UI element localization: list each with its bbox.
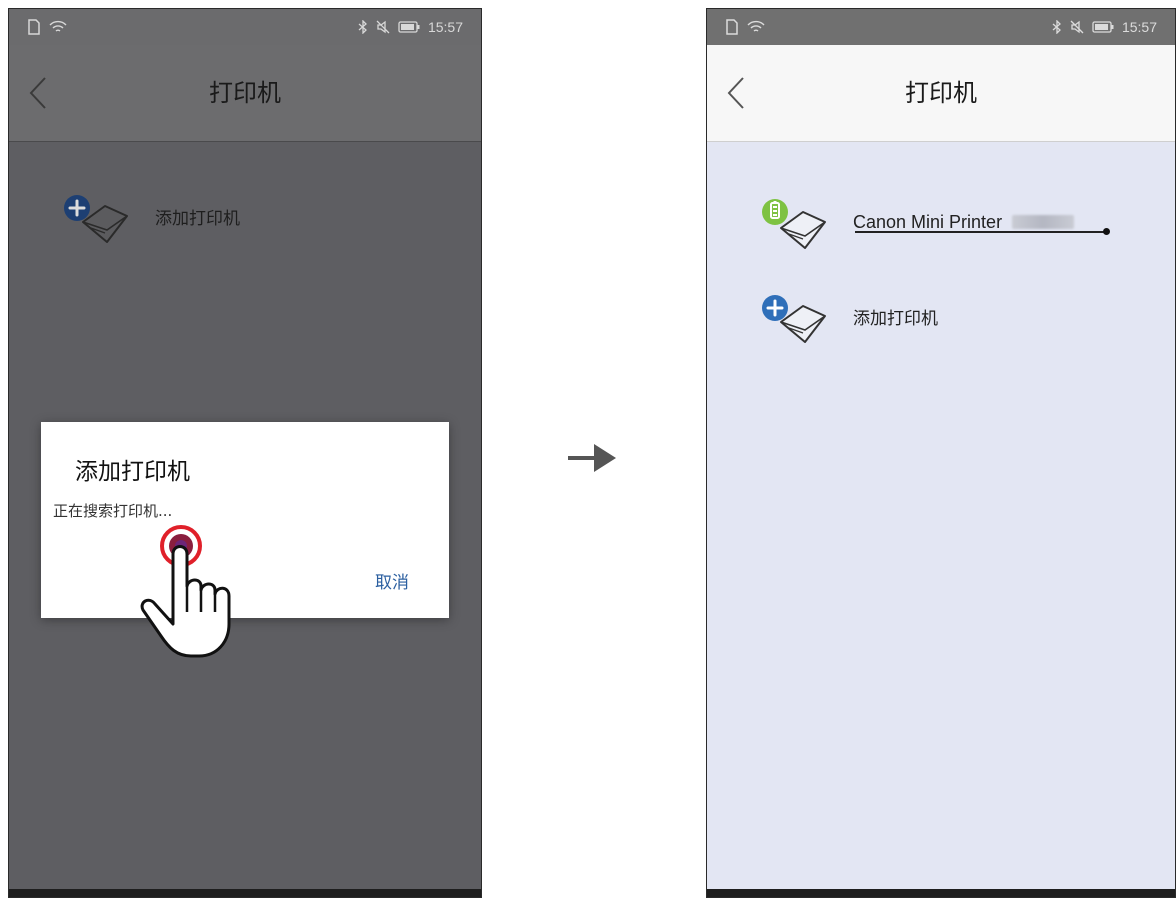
add-printer-label: 添加打印机 <box>155 208 240 229</box>
page-title: 打印机 <box>905 79 977 107</box>
wifi-icon <box>49 20 67 34</box>
battery-icon <box>1092 21 1114 33</box>
status-bar: 15:57 <box>707 9 1175 45</box>
tap-hand-icon <box>140 525 231 658</box>
app-header: 打印机 <box>707 45 1175 142</box>
callout-dot <box>1103 228 1110 235</box>
printer-name-row: Canon Mini Printer <box>853 211 1075 233</box>
add-printer-item[interactable]: 添加打印机 <box>759 281 1155 351</box>
bluetooth-icon <box>1052 20 1062 34</box>
add-printer-label: 添加打印机 <box>853 308 938 329</box>
redacted-serial <box>1012 215 1075 229</box>
left-phone-screen: 15:57 打印机 添加打印机 添加打印机 正在搜索打印机... 取消 <box>8 8 482 898</box>
sim-icon <box>725 19 739 35</box>
page-title: 打印机 <box>209 79 281 107</box>
sim-icon <box>27 19 41 35</box>
status-time: 15:57 <box>427 19 463 35</box>
arrow-right-icon <box>568 444 616 472</box>
printer-name: Canon Mini Printer <box>853 211 1003 232</box>
bluetooth-icon <box>358 20 368 34</box>
right-phone-screen: 15:57 打印机 Canon Mini Printer 添加打印机 <box>706 8 1176 898</box>
status-time: 15:57 <box>1121 19 1157 35</box>
navigation-bar <box>9 889 481 897</box>
wifi-icon <box>747 20 765 34</box>
status-bar: 15:57 <box>9 9 481 45</box>
dialog-title: 添加打印机 <box>75 459 190 485</box>
add-printer-icon <box>64 195 128 243</box>
battery-icon <box>398 21 420 33</box>
mute-icon <box>376 20 390 34</box>
navigation-bar <box>707 889 1175 897</box>
printer-list-item[interactable]: Canon Mini Printer <box>759 187 1155 257</box>
add-printer-item[interactable]: 添加打印机 <box>61 181 461 251</box>
app-header: 打印机 <box>9 45 481 142</box>
dialog-message: 正在搜索打印机... <box>53 502 173 520</box>
mute-icon <box>1070 20 1084 34</box>
connected-printer-icon <box>762 199 826 249</box>
printer-name-underline <box>855 231 1105 233</box>
add-printer-icon <box>762 295 826 343</box>
cancel-button[interactable]: 取消 <box>375 568 409 593</box>
